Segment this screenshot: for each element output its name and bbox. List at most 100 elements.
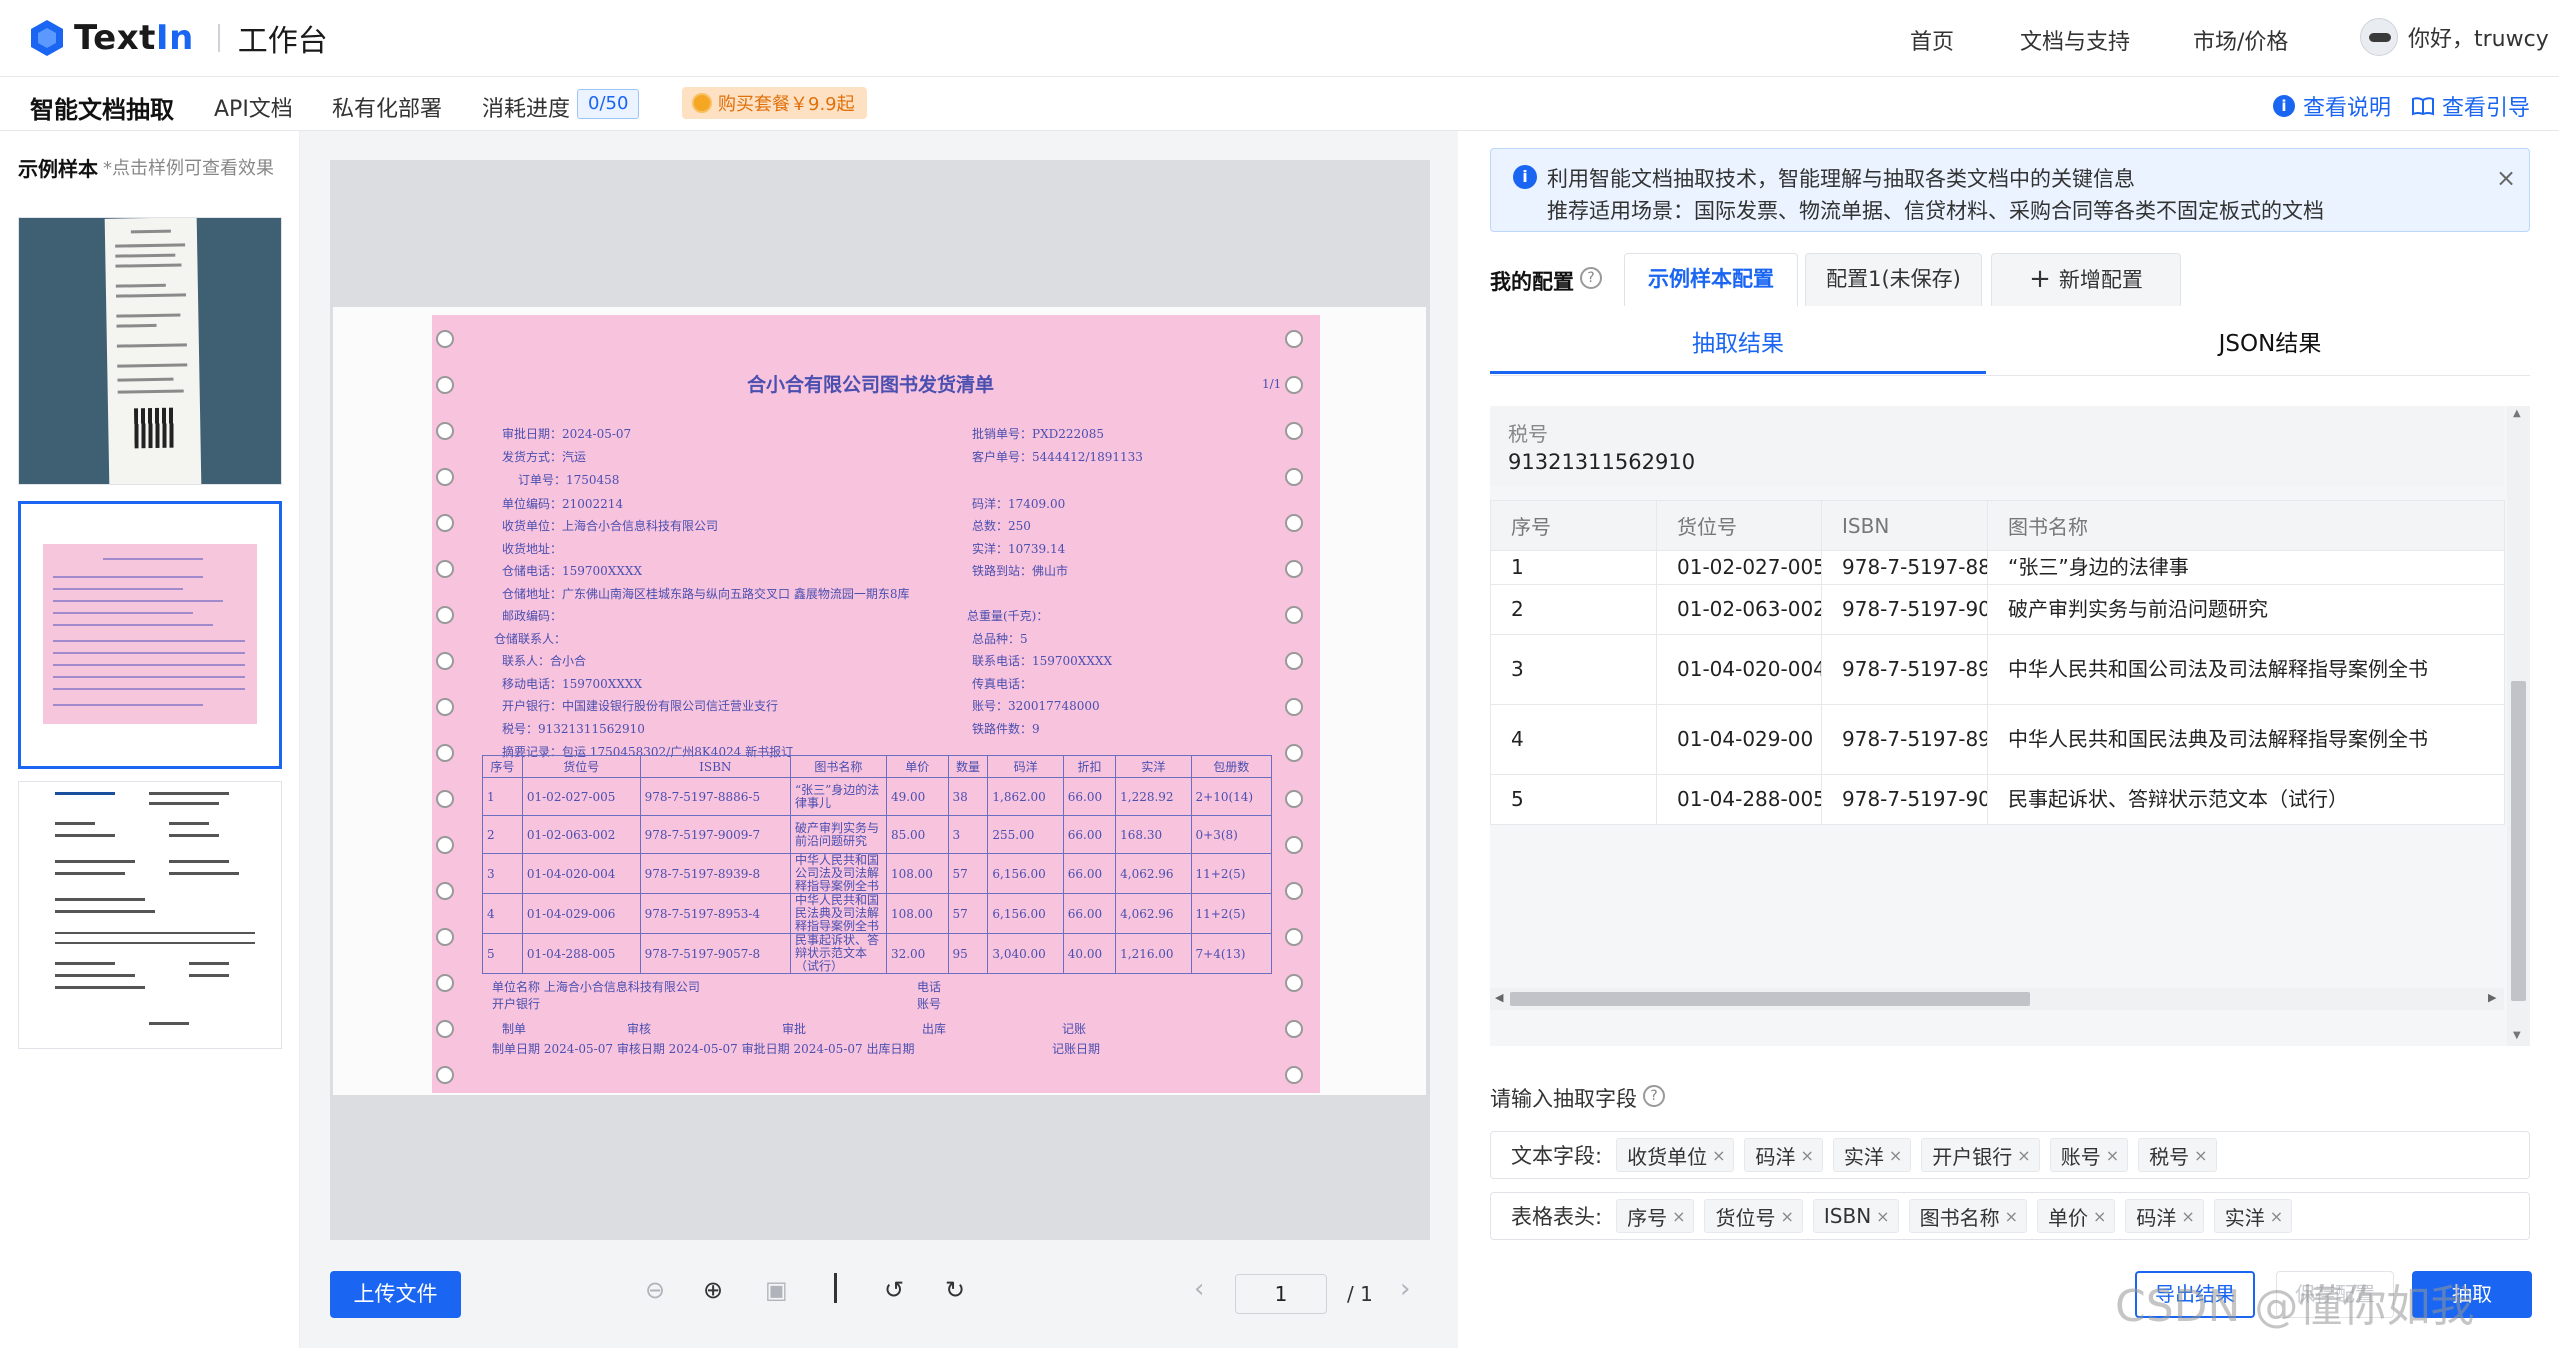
field-tag[interactable]: 码洋 × <box>2125 1199 2204 1233</box>
remove-tag-icon[interactable]: × <box>1800 1146 1813 1165</box>
view-guide-link[interactable]: 查看引导 <box>2412 90 2530 122</box>
table-row: 201-02-063-002978-7-5197-9009-7破产审判实务与前沿… <box>1490 584 2505 635</box>
table-headers-label: 表格表头: <box>1511 1205 1603 1229</box>
prev-page-icon[interactable]: ‹ <box>1194 1274 1204 1304</box>
close-icon[interactable]: × <box>2496 164 2516 192</box>
watermark: CSDN @懂你如我 <box>2115 1281 2475 1332</box>
field-tag[interactable]: 账号 × <box>2049 1138 2129 1172</box>
table-cell: “张三”身边的法律事 <box>1987 550 2505 585</box>
field-tag[interactable]: 码洋 × <box>1744 1138 1823 1172</box>
remove-tag-icon[interactable]: × <box>1889 1146 1902 1165</box>
next-page-icon[interactable]: › <box>1400 1274 1410 1304</box>
tab-sample-config[interactable]: 示例样本配置 <box>1624 253 1798 306</box>
doc-table-cell: 3,040.00 <box>987 933 1064 974</box>
tab-config-1[interactable]: 配置1(未保存) <box>1805 253 1982 306</box>
buy-package-button[interactable]: 购买套餐￥9.9起 <box>682 87 867 119</box>
remove-tag-icon[interactable]: × <box>1672 1207 1685 1226</box>
scroll-left-icon[interactable]: ◀ <box>1495 991 1503 1004</box>
remove-tag-icon[interactable]: × <box>2181 1207 2194 1226</box>
nav-api-docs[interactable]: API文档 <box>214 91 293 123</box>
horizontal-scrollbar[interactable]: ◀ ▶ <box>1490 988 2504 1010</box>
sub-navbar: 智能文档抽取 API文档 私有化部署 消耗进度 0/50 购买套餐￥9.9起 i… <box>0 77 2559 131</box>
remove-tag-icon[interactable]: × <box>2194 1146 2207 1165</box>
doc-table-cell: 1,216.00 <box>1115 933 1192 974</box>
zoom-in-icon[interactable]: ⊕ <box>703 1276 723 1304</box>
tax-label: 税号 <box>1508 422 1548 446</box>
vertical-scrollbar[interactable]: ▲ ▼ <box>2507 406 2530 1046</box>
nav-docs-support[interactable]: 文档与支持 <box>2020 24 2130 56</box>
nav-smart-extract[interactable]: 智能文档抽取 <box>30 90 174 125</box>
textin-logo[interactable]: TextIn 工作台 <box>30 17 328 59</box>
logo-divider <box>217 24 220 52</box>
remove-tag-icon[interactable]: × <box>1780 1207 1793 1226</box>
question-icon[interactable]: ? <box>1580 267 1602 289</box>
sample-thumbnail-receipt[interactable] <box>18 217 282 485</box>
doc-footer: 制单 <box>502 1022 527 1036</box>
nav-market-price[interactable]: 市场/价格 <box>2193 24 2288 56</box>
rotate-left-icon[interactable]: ↺ <box>884 1276 904 1304</box>
vertical-scroll-thumb[interactable] <box>2511 681 2526 1001</box>
scroll-up-icon[interactable]: ▲ <box>2513 408 2521 419</box>
table-cell: 01-04-288-005 <box>1656 774 1822 825</box>
field-tag-label: 码洋 <box>2136 1205 2177 1230</box>
remove-tag-icon[interactable]: × <box>1876 1207 1889 1226</box>
field-tag[interactable]: ISBN × <box>1812 1199 1899 1233</box>
toolbar-divider <box>834 1273 837 1303</box>
remove-tag-icon[interactable]: × <box>1712 1146 1725 1165</box>
zoom-out-icon[interactable]: ⊖ <box>645 1276 665 1304</box>
field-tag[interactable]: 实洋 × <box>2213 1199 2293 1233</box>
text-fields-input[interactable]: 文本字段: 收货单位 × 码洋 × 实洋 × 开户银行 × 账号 × 税号 × <box>1490 1131 2530 1179</box>
doc-field-right: 码洋：17409.00 <box>972 497 1066 511</box>
doc-table-header: 货位号 <box>521 755 641 778</box>
tab-extract-result[interactable]: 抽取结果 <box>1490 316 1986 374</box>
table-cell: 978-7-5197-8886-5 <box>1821 550 1988 585</box>
doc-table-cell: 01-04-020-004 <box>521 853 641 894</box>
upload-file-button[interactable]: 上传文件 <box>330 1271 461 1318</box>
field-tag[interactable]: 单价 × <box>2036 1199 2116 1233</box>
horizontal-scroll-thumb[interactable] <box>1510 992 2030 1006</box>
nav-private-deploy[interactable]: 私有化部署 <box>332 91 442 123</box>
remove-tag-icon[interactable]: × <box>2270 1207 2283 1226</box>
tab-json-result[interactable]: JSON结果 <box>2020 316 2520 374</box>
field-tag[interactable]: 序号 × <box>1616 1199 1695 1233</box>
remove-tag-icon[interactable]: × <box>2093 1207 2106 1226</box>
remove-tag-icon[interactable]: × <box>2005 1207 2018 1226</box>
sample-thumbnail-delivery-list[interactable] <box>18 501 282 769</box>
remove-tag-icon[interactable]: × <box>2106 1146 2119 1165</box>
field-tag[interactable]: 实洋 × <box>1832 1138 1912 1172</box>
info-icon: i <box>1513 165 1537 189</box>
doc-table-cell: 95 <box>947 933 989 974</box>
nav-home[interactable]: 首页 <box>1910 24 1954 56</box>
doc-field: 发货方式：汽运 <box>502 450 587 464</box>
doc-field: 收货地址： <box>502 542 563 556</box>
field-tag[interactable]: 图书名称 × <box>1908 1199 2027 1233</box>
doc-table-cell: 11+2(5) <box>1190 893 1273 934</box>
table-cell: 978-7-5197-9057-8 <box>1821 774 1988 825</box>
table-cell: 5 <box>1490 774 1657 825</box>
field-tag[interactable]: 收货单位 × <box>1616 1138 1735 1172</box>
table-header-tags: 序号 × 货位号 × ISBN × 图书名称 × 单价 × 码洋 × 实洋 × <box>1616 1199 2302 1233</box>
rotate-right-icon[interactable]: ↻ <box>945 1276 965 1304</box>
user-menu[interactable]: 你好，truwcy <box>2360 18 2549 56</box>
scroll-down-icon[interactable]: ▼ <box>2513 1030 2521 1041</box>
fit-page-icon[interactable]: ▣ <box>765 1276 788 1304</box>
field-tag[interactable]: 开户银行 × <box>1921 1138 2040 1172</box>
page-number-input[interactable]: 1 <box>1235 1274 1327 1314</box>
question-icon[interactable]: ? <box>1643 1085 1665 1107</box>
table-headers-input[interactable]: 表格表头: 序号 × 货位号 × ISBN × 图书名称 × 单价 × 码洋 × 实洋 × <box>1490 1192 2530 1240</box>
remove-tag-icon[interactable]: × <box>2017 1146 2030 1165</box>
doc-table-header: 码洋 <box>987 755 1064 778</box>
field-tag[interactable]: 税号 × <box>2138 1138 2217 1172</box>
table-row: 101-02-027-005978-7-5197-8886-5“张三”身边的法律… <box>1490 550 2505 585</box>
view-help-link[interactable]: i 查看说明 <box>2273 90 2391 122</box>
tax-value: 91321311562910 <box>1508 450 1696 474</box>
doc-table-header: 单价 <box>885 755 949 778</box>
tab-add-config[interactable]: + 新增配置 <box>1991 253 2181 306</box>
usage-badge: 0/50 <box>577 89 640 119</box>
table-cell: 中华人民共和国民法典及司法解释指导案例全书 <box>1987 704 2505 775</box>
scroll-right-icon[interactable]: ▶ <box>2488 991 2496 1004</box>
result-scroll-area[interactable]: 税号 91321311562910 序号 货位号 ISBN 图书名称 1 01-02-0… <box>1490 406 2530 1046</box>
field-tag[interactable]: 货位号 × <box>1704 1199 1803 1233</box>
sample-thumbnail-invoice[interactable] <box>18 781 282 1049</box>
table-cell: 3 <box>1490 634 1657 705</box>
